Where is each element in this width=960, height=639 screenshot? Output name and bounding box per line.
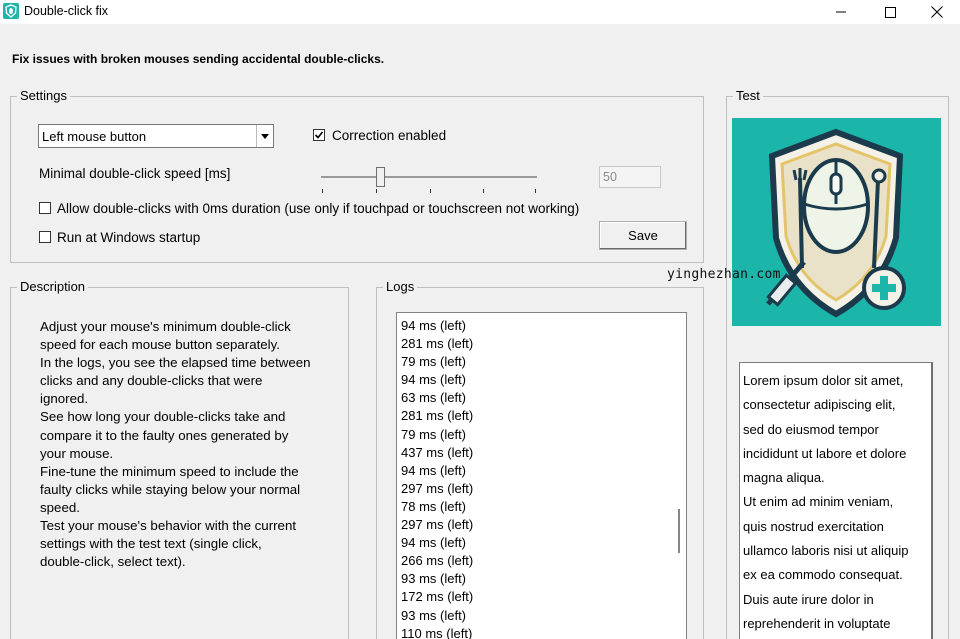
slider-tick (430, 189, 431, 193)
min-speed-slider-track[interactable] (321, 176, 537, 178)
correction-checkbox[interactable] (313, 129, 325, 141)
description-line: your mouse. (40, 445, 114, 461)
description-line: settings with the test text (single clic… (40, 536, 262, 552)
close-button[interactable] (914, 0, 960, 24)
test-text-line[interactable]: incididunt ut labore et dolore (743, 442, 908, 466)
description-line: Adjust your mouse's minimum double-click (40, 319, 291, 334)
log-entry[interactable]: 94 ms (left) (401, 371, 473, 389)
mouse-button-select-value: Left mouse button (42, 129, 147, 144)
logs-group-label: Logs (383, 280, 418, 294)
maximize-button[interactable] (867, 0, 913, 24)
log-entry[interactable]: 94 ms (left) (401, 317, 473, 335)
min-speed-slider-thumb[interactable] (376, 167, 385, 187)
description-line: speed. (40, 499, 80, 515)
description-line: clicks and any double-clicks that were (40, 373, 263, 389)
allow-zero-label: Allow double-clicks with 0ms duration (u… (57, 201, 580, 216)
log-scrollbar[interactable] (678, 509, 680, 553)
minimize-button[interactable] (818, 0, 864, 24)
slider-tick (322, 189, 323, 193)
test-group-label: Test (733, 89, 763, 103)
test-text-line[interactable]: ex ea commodo consequat. (743, 563, 908, 587)
log-entry[interactable]: 79 ms (left) (401, 353, 473, 371)
slider-tick (535, 189, 536, 193)
log-entry[interactable]: 78 ms (left) (401, 498, 473, 516)
window-title: Double-click fix (24, 4, 109, 18)
slider-tick (376, 189, 377, 193)
log-entry[interactable]: 266 ms (left) (401, 552, 473, 570)
settings-group: Settings Left mouse button Correction en… (10, 89, 704, 263)
description-line: compare it to the faulty ones generated … (40, 427, 289, 443)
log-list-box[interactable]: 94 ms (left) 281 ms (left) 79 ms (left) … (396, 312, 687, 639)
test-text-line[interactable]: quis nostrud exercitation (743, 515, 908, 539)
description-line: speed for each mouse button separately. (40, 337, 280, 353)
test-text-line[interactable]: magna aliqua. (743, 466, 908, 490)
mouse-button-select[interactable]: Left mouse button (38, 124, 274, 148)
headline: Fix issues with broken mouses sending ac… (12, 52, 385, 66)
description-line: Fine-tune the minimum speed to include t… (40, 463, 299, 479)
allow-zero-checkbox[interactable] (39, 202, 51, 214)
description-line: Test your mouse's behavior with the curr… (40, 518, 297, 534)
log-entry[interactable]: 63 ms (left) (401, 389, 473, 407)
log-entry[interactable]: 79 ms (left) (401, 426, 473, 444)
description-line: faulty clicks while staying below your n… (40, 481, 301, 497)
test-text-line[interactable]: ullamco laboris nisi ut aliquip (743, 539, 908, 563)
dropdown-arrow[interactable] (256, 125, 273, 147)
log-entry[interactable]: 110 ms (left) (401, 625, 473, 639)
app-icon (3, 3, 19, 19)
log-entry[interactable]: 297 ms (left) (401, 516, 473, 534)
title-bar: Double-click fix (0, 0, 960, 24)
description-group: Description Adjust your mouse's minimum … (10, 280, 349, 639)
description-line: ignored. (40, 391, 89, 407)
log-entry[interactable]: 172 ms (left) (401, 588, 473, 606)
test-text-box[interactable]: Lorem ipsum dolor sit amet, consectetur … (739, 362, 933, 639)
startup-checkbox[interactable] (39, 231, 51, 243)
test-text-line[interactable]: Lorem ipsum dolor sit amet, (743, 369, 908, 393)
maximize-icon (884, 6, 896, 18)
settings-group-label: Settings (17, 89, 70, 103)
test-text-line[interactable]: Ut enim ad minim veniam, (743, 490, 908, 514)
description-group-label: Description (17, 280, 89, 294)
startup-label: Run at Windows startup (57, 230, 201, 245)
log-entry[interactable]: 93 ms (left) (401, 607, 473, 625)
test-text-line[interactable]: consectetur adipiscing elit, (743, 393, 908, 417)
log-entry[interactable]: 93 ms (left) (401, 570, 473, 588)
test-text-line[interactable]: sed do eiusmod tempor (743, 418, 908, 442)
log-entry[interactable]: 94 ms (left) (401, 534, 473, 552)
description-line: See how long your double-clicks take and (40, 409, 286, 425)
log-entry[interactable]: 281 ms (left) (401, 335, 473, 353)
watermark: yinghezhan.com (667, 267, 781, 282)
close-icon (931, 6, 943, 18)
log-entry[interactable]: 281 ms (left) (401, 407, 473, 425)
log-entry[interactable]: 437 ms (left) (401, 444, 473, 462)
description-text: Adjust your mouse's minimum double-click… (40, 318, 340, 571)
mouse-shield-illustration (732, 118, 941, 326)
checkmark-icon (314, 131, 324, 139)
min-speed-label: Minimal double-click speed [ms] (39, 166, 231, 181)
log-entry[interactable]: 94 ms (left) (401, 462, 473, 480)
logs-group: Logs 94 ms (left) 281 ms (left) 79 ms (l… (376, 280, 704, 639)
min-speed-value-field[interactable]: 50 (599, 166, 661, 188)
test-group: Test Lorem ipsum dolor sit amet, consect… (726, 89, 949, 639)
correction-label: Correction enabled (332, 128, 447, 143)
test-text-line[interactable]: Duis aute irure dolor in (743, 588, 908, 612)
test-text[interactable]: Lorem ipsum dolor sit amet, consectetur … (743, 369, 908, 636)
log-list: 94 ms (left) 281 ms (left) 79 ms (left) … (401, 317, 473, 639)
minimize-icon (836, 11, 846, 13)
chevron-down-icon (261, 133, 269, 139)
save-button[interactable]: Save (599, 221, 687, 250)
slider-tick (483, 189, 484, 193)
log-entry[interactable]: 297 ms (left) (401, 480, 473, 498)
description-line: double-click, select text). (40, 554, 186, 570)
description-line: In the logs, you see the elapsed time be… (40, 355, 311, 371)
test-text-line[interactable]: reprehenderit in voluptate (743, 612, 908, 636)
